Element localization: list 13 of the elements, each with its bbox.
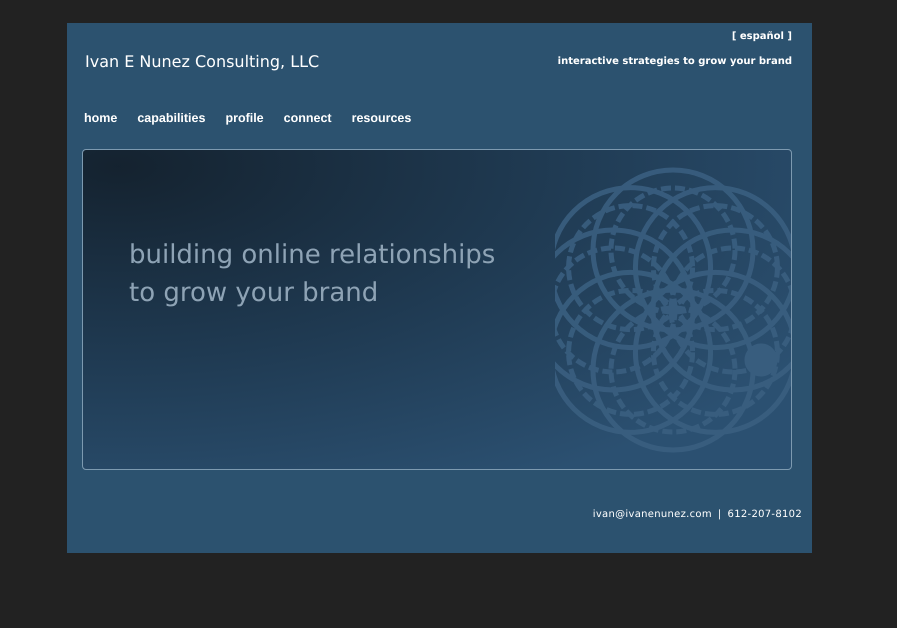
separator-text: | [718,509,722,520]
nav-link[interactable]: capabilities [137,111,206,125]
hero-headline: building online relationships [129,238,496,272]
email-link[interactable]: ivan@ivanenunez.com [592,509,712,520]
tagline: interactive strategies to grow your brand [558,56,792,67]
nav-link[interactable]: home [84,111,118,125]
nav-link[interactable]: connect [284,111,332,125]
nav-link[interactable]: resources [352,111,412,125]
nav-link[interactable]: profile [225,111,264,125]
phone-number: 612-207-8102 [728,509,802,520]
site-title: Ivan E Nunez Consulting, LLC [85,52,320,71]
hero-headline: to grow your brand [129,276,380,310]
language-link[interactable]: [ español ] [732,31,792,42]
